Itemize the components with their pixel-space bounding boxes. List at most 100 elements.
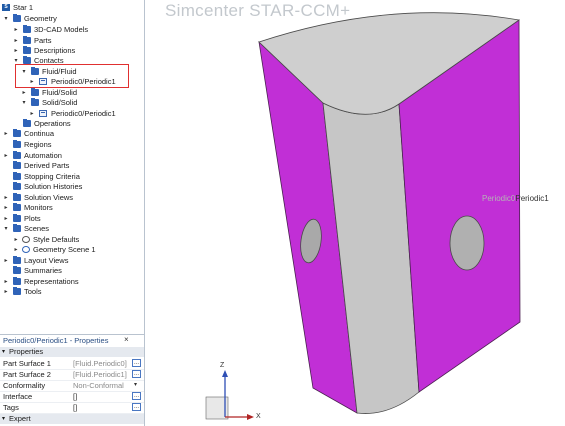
edit-button[interactable]: ...: [132, 359, 141, 367]
folder-icon: [13, 14, 21, 22]
scene-icon: [22, 246, 30, 253]
tree-item-label: Solid/Solid: [42, 98, 78, 107]
tree-item-label: Layout Views: [24, 256, 69, 265]
highlight-box: [15, 64, 129, 88]
folder-icon: [23, 119, 31, 127]
properties-header: Periodic0/Periodic1 - Properties ×: [0, 334, 144, 347]
folder-icon: [13, 287, 21, 295]
tree-item-label: Geometry: [24, 14, 57, 23]
expand-icon[interactable]: ▸: [3, 277, 9, 287]
part-label: Periodic0Periodic1: [482, 194, 549, 203]
expand-icon[interactable]: ▸: [13, 235, 19, 245]
edit-button[interactable]: ...: [132, 392, 141, 400]
collapse-icon[interactable]: ▾: [3, 14, 9, 24]
simulation-tree[interactable]: S Star 1 ▾ Geometry ▸ 3D-CAD Models ▸ Pa…: [0, 0, 144, 330]
interface-icon: [39, 110, 47, 117]
axis-z-label: Z: [220, 362, 225, 369]
folder-icon: [31, 98, 39, 106]
axis-x-label: X: [256, 413, 261, 420]
collapse-icon[interactable]: ▾: [2, 414, 5, 424]
folder-icon: [13, 277, 21, 285]
expand-icon[interactable]: ▸: [13, 25, 19, 35]
tree-item-label: Monitors: [24, 203, 53, 212]
tree-item-label: Style Defaults: [33, 235, 80, 244]
folder-icon: [13, 129, 21, 137]
edit-button[interactable]: ...: [132, 403, 141, 411]
folder-icon: [13, 224, 21, 232]
tree-item-label: Stopping Criteria: [24, 172, 80, 181]
properties-section[interactable]: ▾ Properties: [0, 347, 144, 357]
star-sim-icon: S: [2, 4, 10, 11]
chevron-down-icon[interactable]: ▾: [134, 380, 137, 391]
part-label-text: Periodic1: [515, 194, 549, 203]
geometry-render[interactable]: [146, 0, 565, 426]
property-value: []: [73, 403, 78, 412]
property-key: Interface: [3, 392, 33, 401]
hole-right: [449, 215, 485, 271]
close-icon[interactable]: ×: [124, 335, 129, 344]
tree-item-label: Scenes: [24, 224, 50, 233]
section-label: Properties: [9, 347, 44, 356]
tree-item-label: Solution Histories: [24, 182, 83, 191]
tree-item-label: Plots: [24, 214, 41, 223]
expand-icon[interactable]: ▸: [21, 88, 27, 98]
expand-icon[interactable]: ▸: [13, 36, 19, 46]
collapse-icon[interactable]: ▾: [21, 98, 27, 108]
property-value: [Fluid.Periodic1]: [73, 370, 127, 379]
folder-icon: [13, 151, 21, 159]
tree-item-label: Solution Views: [24, 193, 74, 202]
tree-root-label: Star 1: [13, 3, 34, 12]
expert-section[interactable]: ▾ Expert: [0, 414, 144, 424]
collapse-icon[interactable]: ▾: [2, 347, 5, 357]
tree-item-label: Periodic0/Periodic1: [51, 109, 116, 118]
tree-item-label: Regions: [24, 140, 52, 149]
tree-item-label: Geometry Scene 1: [33, 245, 96, 254]
part-label-faded: Periodic0: [482, 194, 516, 203]
property-key: Conformality: [3, 381, 46, 390]
expand-icon[interactable]: ▸: [3, 193, 9, 203]
style-defaults-icon: [22, 236, 30, 243]
expand-icon[interactable]: ▸: [3, 214, 9, 224]
expand-icon[interactable]: ▸: [3, 129, 9, 139]
tree-item-label: Tools: [24, 287, 42, 296]
tree-item-label: Parts: [34, 36, 52, 45]
folder-icon: [13, 182, 21, 190]
expand-icon[interactable]: ▸: [3, 287, 9, 297]
folder-icon: [23, 25, 31, 33]
folder-icon: [23, 56, 31, 64]
folder-icon: [13, 172, 21, 180]
folder-icon: [23, 36, 31, 44]
expand-icon[interactable]: ▸: [29, 109, 35, 119]
folder-icon: [23, 46, 31, 54]
graphics-viewport[interactable]: Simcenter STAR-CCM+ Periodic0Periodic1 Z…: [146, 0, 565, 426]
folder-icon: [13, 140, 21, 148]
collapse-icon[interactable]: ▾: [3, 224, 9, 234]
tree-item-label: Descriptions: [34, 46, 76, 55]
expand-icon[interactable]: ▸: [3, 151, 9, 161]
tree-item-label: Representations: [24, 277, 79, 286]
property-row[interactable]: Tags [] ...: [0, 402, 144, 414]
axis-triad: [205, 370, 254, 420]
expand-icon[interactable]: ▸: [3, 256, 9, 266]
folder-icon: [13, 256, 21, 264]
tree-item-label: Summaries: [24, 266, 62, 275]
tree-item-label: Fluid/Solid: [42, 88, 78, 97]
folder-icon: [31, 88, 39, 96]
properties-title: Periodic0/Periodic1 - Properties: [3, 336, 109, 345]
tree-item-label: Automation: [24, 151, 62, 160]
tree-item-label: Derived Parts: [24, 161, 70, 170]
expand-icon[interactable]: ▸: [13, 245, 19, 255]
tree-item-label: 3D-CAD Models: [34, 25, 89, 34]
expand-icon[interactable]: ▸: [3, 203, 9, 213]
property-key: Part Surface 2: [3, 370, 51, 379]
edit-button[interactable]: ...: [132, 370, 141, 378]
property-value: Non-Conformal: [73, 381, 124, 390]
folder-icon: [13, 193, 21, 201]
folder-icon: [13, 203, 21, 211]
expand-icon[interactable]: ▸: [13, 46, 19, 56]
section-label: Expert: [9, 414, 31, 423]
property-key: Part Surface 1: [3, 359, 51, 368]
tree-item-label: Continua: [24, 129, 55, 138]
property-value: []: [73, 392, 78, 401]
property-value: [Fluid.Periodic0]: [73, 359, 127, 368]
